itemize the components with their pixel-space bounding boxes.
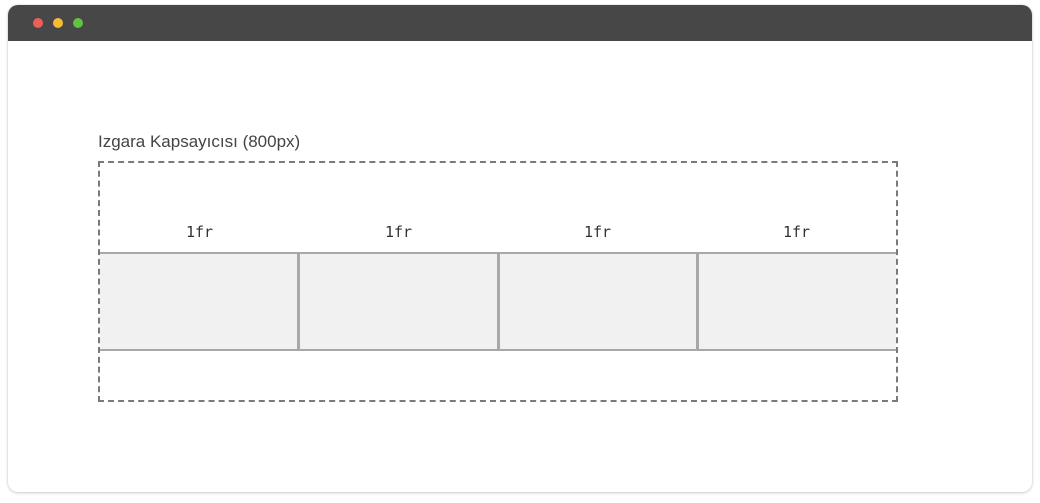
minimize-window-icon[interactable] bbox=[53, 18, 63, 28]
track-label-3: 1fr bbox=[583, 223, 612, 241]
grid-container-label: Izgara Kapsayıcısı (800px) bbox=[98, 132, 301, 151]
maximize-window-icon[interactable] bbox=[73, 18, 83, 28]
window-titlebar bbox=[8, 5, 1032, 41]
grid-track-3 bbox=[499, 254, 700, 349]
track-label-1: 1fr bbox=[185, 223, 214, 241]
track-label-2: 1fr bbox=[384, 223, 413, 241]
track-label-4: 1fr bbox=[782, 223, 811, 241]
grid-track-4 bbox=[699, 254, 896, 349]
browser-window: Izgara Kapsayıcısı (800px) 1fr 1fr 1fr 1… bbox=[8, 5, 1032, 492]
grid-tracks bbox=[100, 252, 896, 351]
track-labels: 1fr 1fr 1fr 1fr bbox=[100, 220, 896, 244]
grid-container: 1fr 1fr 1fr 1fr bbox=[98, 161, 898, 402]
grid-track-1 bbox=[100, 254, 300, 349]
close-window-icon[interactable] bbox=[33, 18, 43, 28]
grid-track-2 bbox=[299, 254, 500, 349]
